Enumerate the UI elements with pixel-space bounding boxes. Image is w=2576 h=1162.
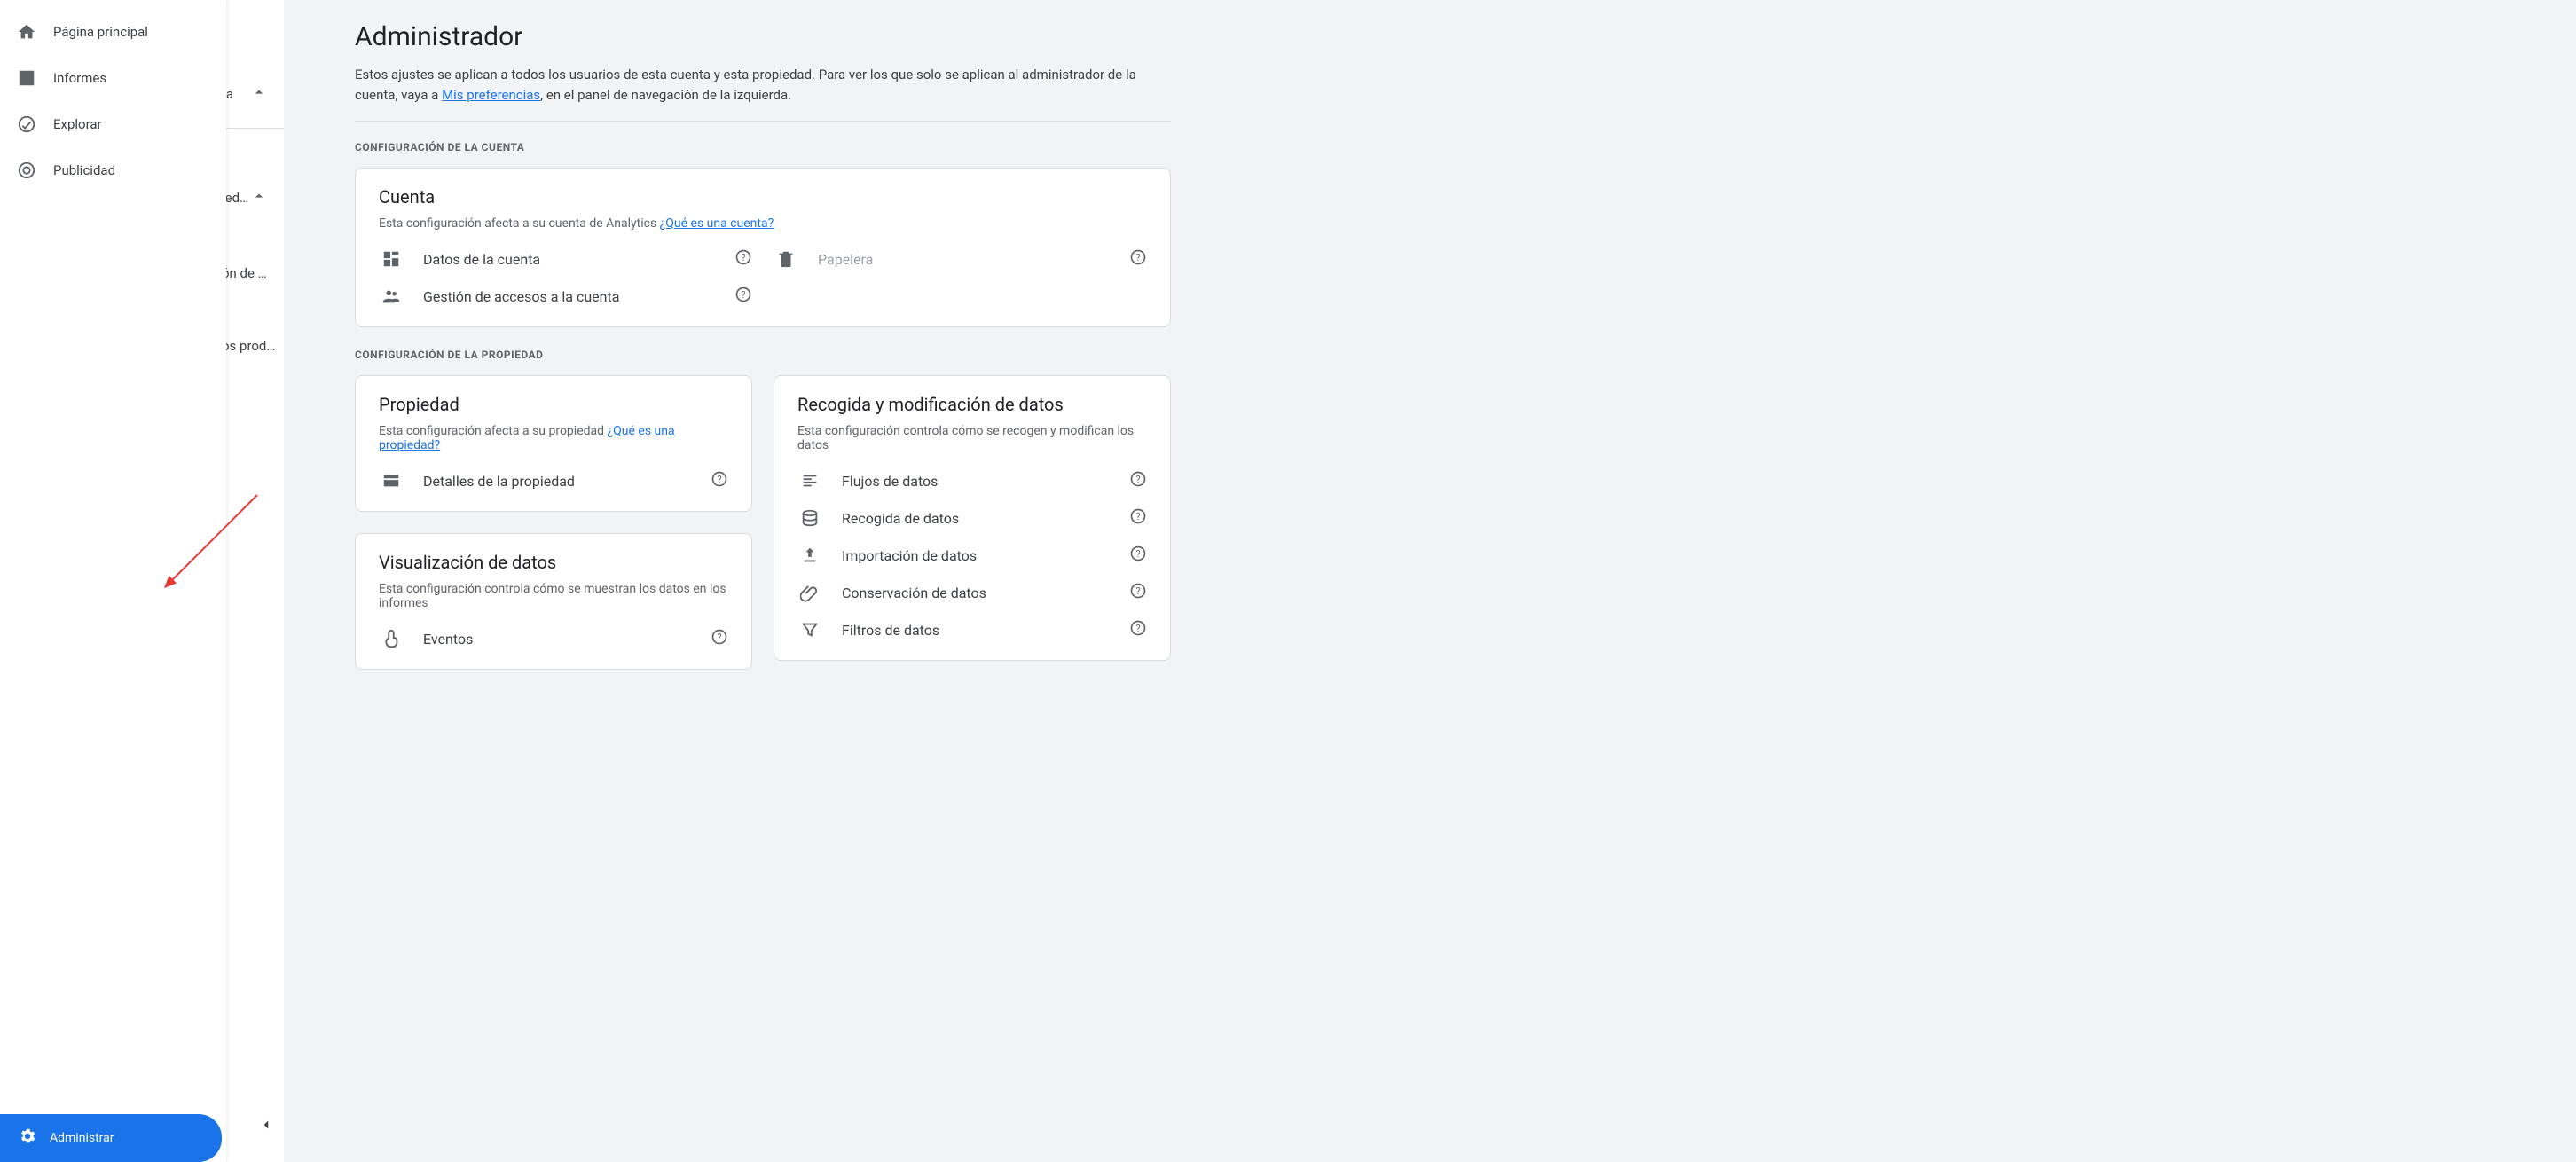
help-icon[interactable]: ?	[1129, 470, 1147, 491]
row-label: Eventos	[423, 631, 691, 648]
account-card: Cuenta Esta configuración afecta a su cu…	[355, 168, 1171, 327]
card-title: Propiedad	[379, 394, 728, 415]
row-label: Datos de la cuenta	[423, 251, 715, 268]
primary-sidebar: Página principal Informes Explorar Publi…	[0, 0, 226, 1162]
row-account-access[interactable]: Gestión de accesos a la cuenta ?	[379, 271, 752, 309]
help-icon[interactable]: ?	[1129, 248, 1147, 270]
help-icon[interactable]: ?	[1129, 545, 1147, 566]
bar-chart-icon	[16, 67, 37, 89]
admin-label: Administrar	[50, 1131, 114, 1145]
page-intro: Estos ajustes se aplican a todos los usu…	[355, 65, 1171, 105]
gear-icon	[18, 1127, 37, 1150]
nav-item-admin[interactable]: Administrar	[0, 1114, 222, 1162]
row-label: Conservación de datos	[842, 585, 1110, 601]
filter-icon	[797, 620, 822, 640]
card-desc: Esta configuración afecta a su propiedad…	[379, 424, 728, 452]
divider	[222, 128, 284, 129]
row-property-details[interactable]: Detalles de la propiedad ?	[379, 456, 728, 493]
nav-label: Página principal	[53, 24, 148, 40]
card-desc: Esta configuración controla cómo se reco…	[797, 424, 1147, 452]
help-icon[interactable]: ?	[734, 286, 752, 307]
subpanel-label: os prod…	[222, 338, 275, 354]
svg-text:?: ?	[1135, 252, 1140, 263]
section-label-account: CONFIGURACIÓN DE LA CUENTA	[355, 141, 1171, 153]
card-title: Visualización de datos	[379, 552, 728, 573]
row-events[interactable]: Eventos ?	[379, 614, 728, 651]
main-content: Administrador Estos ajustes se aplican a…	[319, 0, 1206, 712]
building-icon	[379, 249, 404, 269]
streams-icon	[797, 471, 822, 491]
nav-label: Publicidad	[53, 162, 115, 178]
svg-text:?: ?	[741, 252, 745, 263]
help-icon[interactable]: ?	[711, 470, 728, 491]
row-label: Papelera	[818, 251, 1110, 268]
help-icon[interactable]: ?	[1129, 582, 1147, 603]
subpanel-label: ón de …	[222, 265, 267, 281]
row-trash: Papelera ?	[774, 234, 1147, 271]
nav-item-home[interactable]: Página principal	[0, 9, 226, 55]
card-desc: Esta configuración controla cómo se mues…	[379, 582, 728, 610]
people-icon	[379, 287, 404, 306]
card-title: Recogida y modificación de datos	[797, 394, 1147, 415]
row-data-collection[interactable]: Recogida de datos ?	[797, 493, 1147, 530]
chevron-left-icon	[258, 1117, 274, 1133]
help-icon[interactable]: ?	[1129, 619, 1147, 640]
card-title: Cuenta	[379, 186, 1147, 208]
help-icon[interactable]: ?	[734, 248, 752, 270]
svg-text:?: ?	[717, 632, 721, 643]
svg-text:?: ?	[741, 289, 745, 301]
help-icon[interactable]: ?	[711, 628, 728, 649]
row-data-retention[interactable]: Conservación de datos ?	[797, 568, 1147, 605]
row-label: Flujos de datos	[842, 473, 1110, 490]
explore-icon	[16, 114, 37, 135]
nav-item-advertising[interactable]: Publicidad	[0, 147, 226, 193]
nav-item-reports[interactable]: Informes	[0, 55, 226, 101]
database-icon	[797, 508, 822, 528]
svg-text:?: ?	[1135, 511, 1140, 522]
my-preferences-link[interactable]: Mis preferencias	[442, 87, 540, 103]
nav-label: Explorar	[53, 116, 102, 132]
divider	[355, 121, 1171, 122]
row-label: Importación de datos	[842, 547, 1110, 564]
svg-text:?: ?	[1135, 585, 1140, 597]
attachment-icon	[797, 583, 822, 602]
svg-text:?: ?	[1135, 548, 1140, 560]
row-data-filters[interactable]: Filtros de datos ?	[797, 605, 1147, 642]
data-display-card: Visualización de datos Esta configuració…	[355, 533, 752, 670]
chevron-up-icon	[250, 187, 268, 208]
touch-icon	[379, 629, 404, 648]
row-label: Filtros de datos	[842, 622, 1110, 639]
nav-item-explore[interactable]: Explorar	[0, 101, 226, 147]
nav-label: Informes	[53, 70, 106, 86]
row-data-import[interactable]: Importación de datos ?	[797, 530, 1147, 568]
card-desc: Esta configuración afecta a su cuenta de…	[379, 216, 1147, 231]
home-icon	[16, 21, 37, 43]
intro-post: , en el panel de navegación de la izquie…	[540, 87, 791, 103]
help-icon[interactable]: ?	[1129, 507, 1147, 529]
data-collection-card: Recogida y modificación de datos Esta co…	[774, 375, 1171, 661]
svg-text:?: ?	[1135, 474, 1140, 485]
row-data-streams[interactable]: Flujos de datos ?	[797, 456, 1147, 493]
target-icon	[16, 160, 37, 181]
page-title: Administrador	[355, 21, 1171, 52]
row-label: Recogida de datos	[842, 510, 1110, 527]
collapse-panel-button[interactable]	[250, 1109, 282, 1141]
svg-text:?: ?	[717, 474, 721, 485]
property-card: Propiedad Esta configuración afecta a su…	[355, 375, 752, 512]
section-label-property: CONFIGURACIÓN DE LA PROPIEDAD	[355, 349, 1171, 361]
chevron-up-icon	[250, 83, 268, 105]
card-icon	[379, 471, 404, 491]
row-label: Gestión de accesos a la cuenta	[423, 288, 715, 305]
what-is-account-link[interactable]: ¿Qué es una cuenta?	[660, 216, 774, 231]
svg-text:?: ?	[1135, 623, 1140, 634]
row-label: Detalles de la propiedad	[423, 473, 691, 490]
upload-icon	[797, 546, 822, 565]
trash-icon	[774, 249, 798, 269]
row-account-data[interactable]: Datos de la cuenta ?	[379, 234, 752, 271]
